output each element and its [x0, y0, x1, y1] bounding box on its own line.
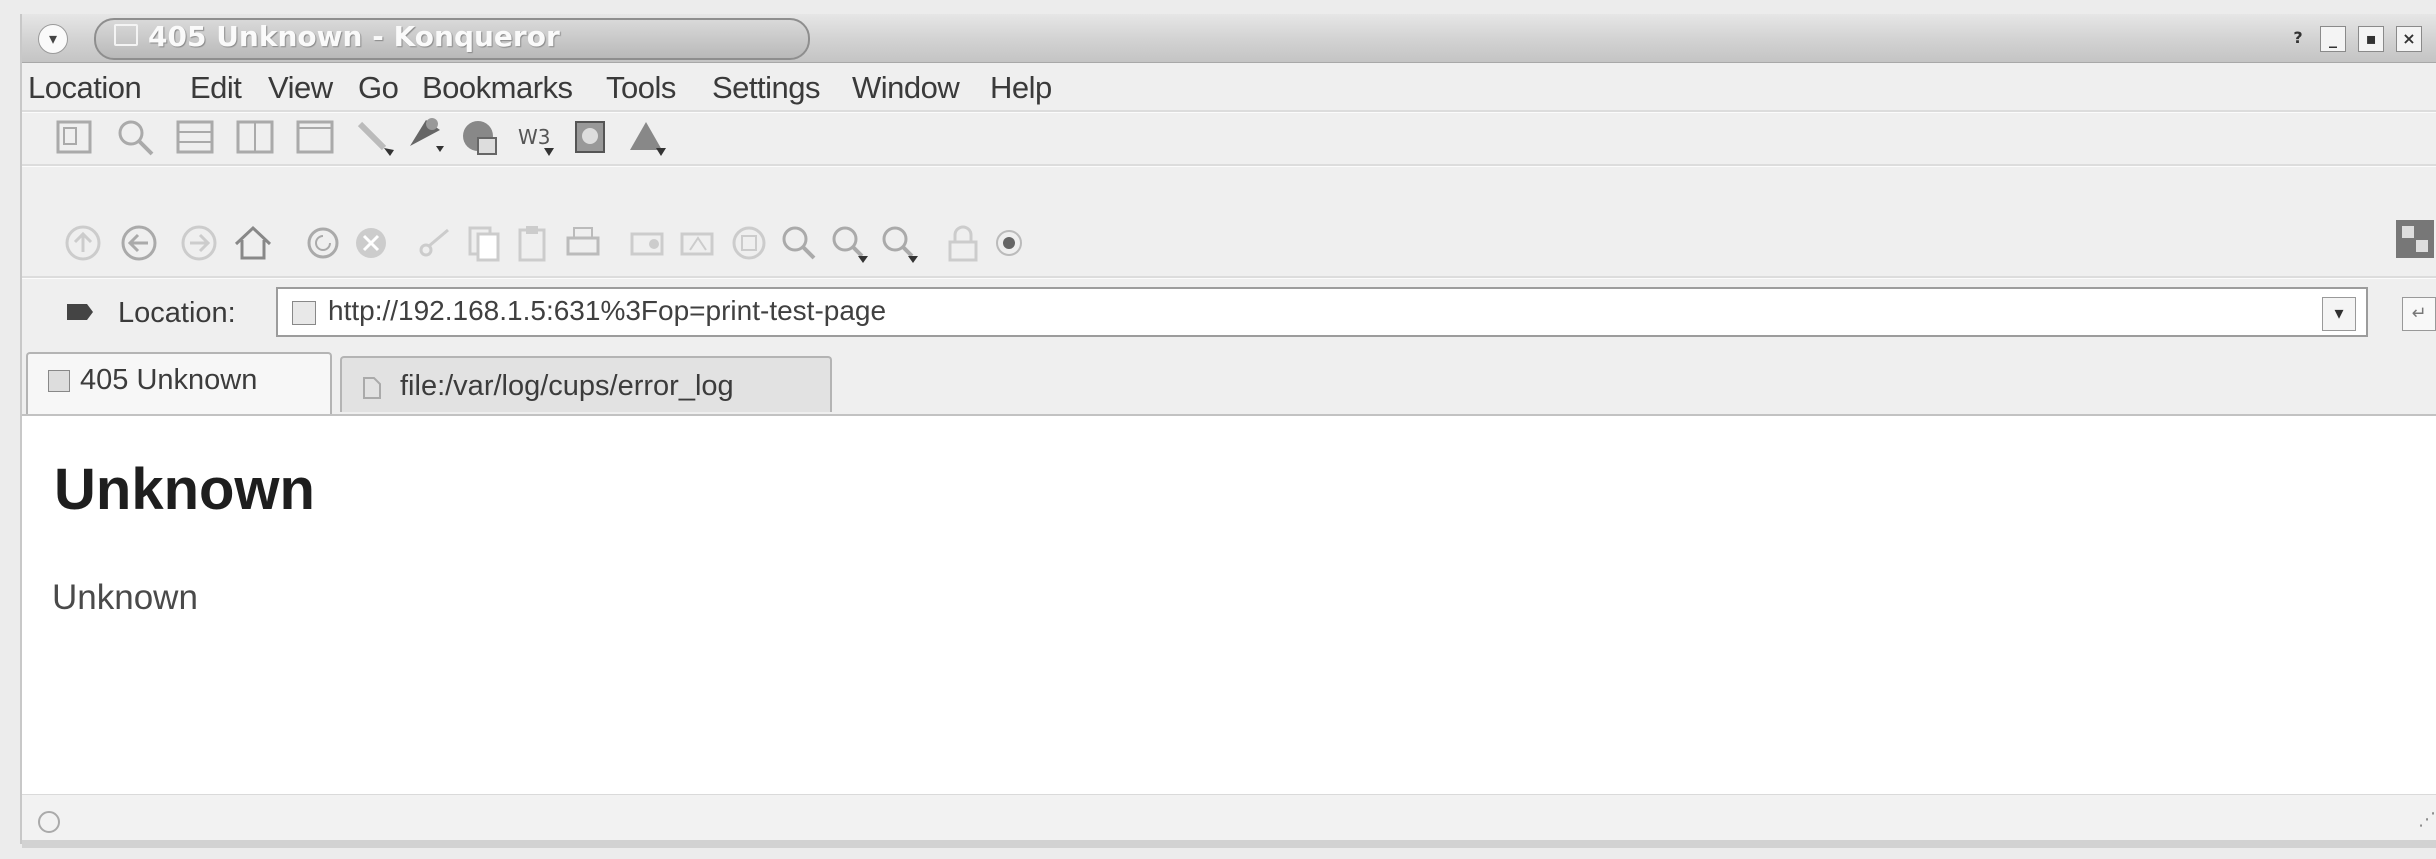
- forward-icon[interactable]: [178, 222, 220, 264]
- status-bar: ⋰: [22, 794, 2436, 841]
- split-horizontal-icon[interactable]: [174, 116, 216, 158]
- stop-icon[interactable]: [350, 222, 392, 264]
- favicon-icon: [292, 301, 316, 325]
- konqueror-window: ▾ 405 Unknown - Konqueror ? _ ▪ × Locati…: [20, 14, 2436, 848]
- go-button[interactable]: ↵: [2402, 297, 2436, 331]
- url-history-dropdown[interactable]: ▾: [2322, 297, 2356, 331]
- tab-405-unknown[interactable]: 405 Unknown: [26, 352, 332, 414]
- menu-go[interactable]: Go: [358, 70, 399, 106]
- page-heading: Unknown: [54, 457, 315, 522]
- url-text[interactable]: http://192.168.1.5:631%3Fop=print-test-p…: [328, 295, 886, 327]
- security-lock-icon[interactable]: [942, 222, 984, 264]
- single-view-icon[interactable]: [294, 116, 336, 158]
- home-icon[interactable]: [232, 222, 274, 264]
- clear-location-icon[interactable]: [66, 301, 94, 323]
- location-label: Location:: [118, 297, 236, 329]
- minimize-button[interactable]: _: [2320, 26, 2346, 52]
- menu-help[interactable]: Help: [990, 70, 1052, 106]
- menu-view[interactable]: View: [268, 70, 333, 106]
- babelfish-icon[interactable]: [570, 116, 612, 158]
- warning-icon[interactable]: [626, 116, 668, 158]
- paste-icon[interactable]: [512, 222, 554, 264]
- view-link-indicator-icon[interactable]: [38, 811, 60, 833]
- web-icon[interactable]: [458, 116, 500, 158]
- zoom-fit-icon[interactable]: [778, 222, 820, 264]
- tools-icon[interactable]: [354, 116, 396, 158]
- split-vertical-icon[interactable]: [234, 116, 276, 158]
- menu-settings[interactable]: Settings: [712, 70, 821, 106]
- view-tree-icon[interactable]: [54, 116, 96, 158]
- page-icon: [114, 24, 138, 46]
- decrease-font-icon[interactable]: [678, 222, 720, 264]
- menu-edit[interactable]: Edit: [190, 70, 242, 106]
- tab-error-log[interactable]: file:/var/log/cups/error_log: [340, 356, 832, 412]
- page-icon: [48, 370, 70, 392]
- menu-location[interactable]: Location: [28, 70, 142, 106]
- menu-bookmarks[interactable]: Bookmarks: [422, 70, 573, 106]
- title-bar[interactable]: ▾ 405 Unknown - Konqueror ? _ ▪ ×: [22, 14, 2436, 63]
- activity-throbber-icon: [2394, 218, 2436, 260]
- menu-bar: Location Edit View Go Bookmarks Tools Se…: [22, 66, 2436, 106]
- maximize-button[interactable]: ▪: [2358, 26, 2384, 52]
- back-icon[interactable]: [118, 222, 160, 264]
- find-in-page-icon[interactable]: [728, 222, 770, 264]
- find-icon[interactable]: [114, 116, 156, 158]
- resize-grip-icon[interactable]: ⋰: [2418, 809, 2436, 831]
- separator: [22, 276, 2436, 279]
- record-icon[interactable]: [988, 222, 1030, 264]
- reload-icon[interactable]: [302, 222, 344, 264]
- url-input[interactable]: http://192.168.1.5:631%3Fop=print-test-p…: [276, 287, 2368, 337]
- kget-icon[interactable]: [404, 112, 446, 154]
- print-icon[interactable]: [562, 222, 604, 264]
- svg-text:W3: W3: [518, 125, 551, 149]
- cut-icon[interactable]: [414, 222, 456, 264]
- up-icon[interactable]: [62, 222, 104, 264]
- w3c-validator-icon[interactable]: W3: [516, 116, 558, 158]
- close-button[interactable]: ×: [2396, 26, 2422, 52]
- window-menu-button[interactable]: ▾: [38, 24, 68, 54]
- zoom-in-icon[interactable]: [828, 222, 870, 264]
- separator: [22, 110, 2436, 113]
- menu-tools[interactable]: Tools: [606, 70, 676, 106]
- tab-label: 405 Unknown: [80, 364, 258, 396]
- page-body-text: Unknown: [52, 578, 198, 617]
- menu-window[interactable]: Window: [852, 70, 960, 106]
- separator: [22, 164, 2436, 167]
- file-icon: [362, 374, 382, 399]
- increase-font-icon[interactable]: [628, 222, 670, 264]
- window-title: 405 Unknown - Konqueror: [148, 20, 560, 53]
- window-bottom-border: [22, 840, 2436, 848]
- page-content: Unknown Unknown: [22, 414, 2436, 796]
- help-icon[interactable]: ?: [2286, 26, 2310, 50]
- zoom-out-icon[interactable]: [878, 222, 920, 264]
- copy-icon[interactable]: [462, 222, 504, 264]
- tab-label: file:/var/log/cups/error_log: [400, 370, 734, 402]
